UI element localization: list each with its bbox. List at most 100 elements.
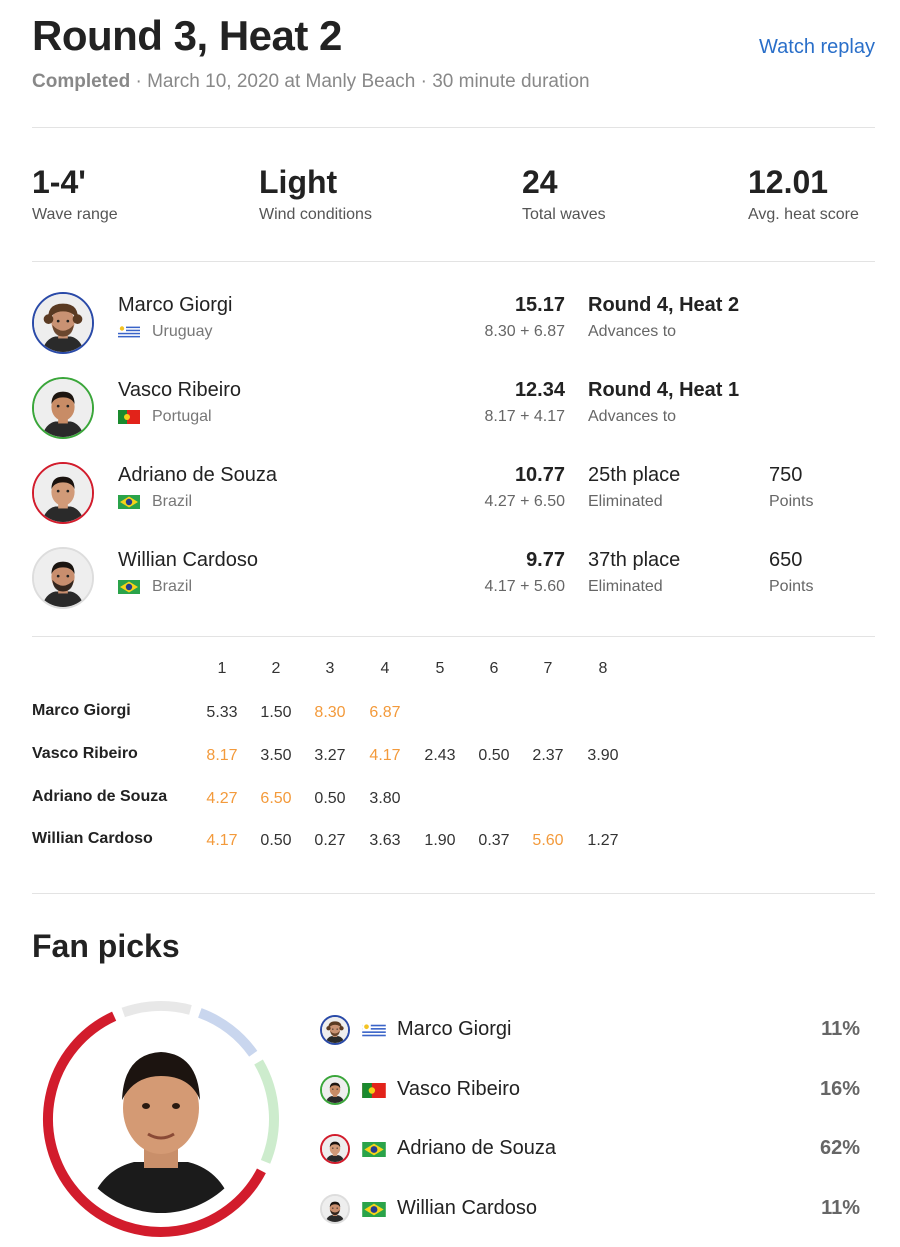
wave-row-name: Vasco Ribeiro xyxy=(32,745,138,762)
wave-score: 0.50 xyxy=(314,790,346,807)
flag-icon xyxy=(362,1142,386,1157)
score-breakdown: 4.27 + 6.50 xyxy=(484,493,565,510)
heat-total-score: 15.17 xyxy=(514,294,565,316)
counting-wave-score: 6.50 xyxy=(260,790,292,807)
avatar xyxy=(32,292,94,354)
score-breakdown: 8.30 + 6.87 xyxy=(484,323,565,340)
wave-column-header: 5 xyxy=(435,660,445,677)
fan-pick-name: Adriano de Souza xyxy=(397,1137,557,1159)
counting-wave-score: 8.17 xyxy=(206,747,238,764)
wave-score: 0.50 xyxy=(260,832,292,849)
wave-column-header: 1 xyxy=(217,660,227,677)
wave-row-name: Marco Giorgi xyxy=(32,702,131,719)
wave-score: 3.90 xyxy=(587,747,619,764)
heat-total-score: 9.77 xyxy=(526,549,565,571)
surfer-name[interactable]: Vasco Ribeiro xyxy=(118,379,241,402)
wave-score: 2.43 xyxy=(424,747,456,764)
avatar xyxy=(320,1015,350,1045)
fan-pick-row[interactable]: Adriano de Souza 62% xyxy=(320,1133,860,1167)
avatar xyxy=(320,1194,350,1224)
wave-score: 3.63 xyxy=(369,832,401,849)
wave-score: 1.27 xyxy=(587,832,619,849)
counting-wave-score: 4.17 xyxy=(369,747,401,764)
avatar xyxy=(320,1134,350,1164)
surfer-country: Brazil xyxy=(118,493,192,511)
surfer-row[interactable]: Vasco Ribeiro Portugal 12.34 8.17 + 4.17 Rou… xyxy=(32,377,875,445)
flag-icon xyxy=(362,1083,386,1098)
heat-total-score: 10.77 xyxy=(514,464,565,486)
points-value: 650 xyxy=(769,549,803,571)
avatar xyxy=(32,462,94,524)
counting-wave-score: 5.60 xyxy=(532,832,564,849)
stat-wave-range: 1-4' Wave range xyxy=(32,164,118,224)
stat-value: 1-4' xyxy=(32,164,86,200)
stat-label: Avg. heat score xyxy=(748,206,859,223)
country-label: Portugal xyxy=(152,408,212,425)
heat-result-label: Eliminated xyxy=(588,493,663,510)
fan-pick-percent: 62% xyxy=(819,1137,860,1159)
stat-avg-heat-score: 12.01 Avg. heat score xyxy=(748,164,859,224)
wave-score: 3.27 xyxy=(314,747,346,764)
avatar xyxy=(32,547,94,609)
wave-score: 0.27 xyxy=(314,832,346,849)
heat-total-score: 12.34 xyxy=(514,379,565,401)
stat-label: Total waves xyxy=(522,206,606,223)
surfer-row[interactable]: Marco Giorgi Uruguay 15.17 8.30 + 6.87 Round… xyxy=(32,292,875,360)
surfer-row[interactable]: Willian Cardoso Brazil 9.77 4.17 + 5.60 37th… xyxy=(32,547,875,615)
surfer-country: Portugal xyxy=(118,408,212,426)
fan-pick-name: Vasco Ribeiro xyxy=(397,1078,521,1100)
heat-result[interactable]: Round 4, Heat 2 xyxy=(588,294,739,317)
fan-pick-percent: 16% xyxy=(819,1078,860,1100)
counting-wave-score: 4.17 xyxy=(206,832,238,849)
fan-pick-name: Marco Giorgi xyxy=(397,1018,512,1040)
counting-wave-score: 4.27 xyxy=(206,790,238,807)
fan-picks-title: Fan picks xyxy=(32,928,180,964)
flag-icon xyxy=(118,580,140,594)
featured-surfer-photo xyxy=(67,1025,255,1213)
fan-pick-row[interactable]: Willian Cardoso 11% xyxy=(320,1193,860,1227)
surfer-row[interactable]: Adriano de Souza Brazil 10.77 4.27 + 6.50 25… xyxy=(32,462,875,530)
surfer-name[interactable]: Marco Giorgi xyxy=(118,294,232,317)
fan-pick-name: Willian Cardoso xyxy=(397,1197,538,1219)
heat-result: 25th place xyxy=(588,464,681,486)
stat-label: Wind conditions xyxy=(259,206,372,223)
fan-pick-percent: 11% xyxy=(821,1018,860,1040)
fan-pick-row[interactable]: Marco Giorgi 11% xyxy=(320,1014,860,1048)
fan-pick-arc xyxy=(121,1001,192,1018)
flag-icon xyxy=(118,410,140,424)
wave-row-name: Willian Cardoso xyxy=(32,830,153,847)
wave-score: 5.33 xyxy=(206,704,238,721)
wave-column-header: 6 xyxy=(489,660,499,677)
divider xyxy=(32,893,875,894)
wave-row-name: Adriano de Souza xyxy=(32,788,168,805)
heat-result-label: Advances to xyxy=(588,408,677,425)
wave-score: 3.50 xyxy=(260,747,292,764)
fan-pick-arc xyxy=(254,1059,279,1164)
fan-pick-row[interactable]: Vasco Ribeiro 16% xyxy=(320,1074,860,1108)
country-label: Brazil xyxy=(152,578,193,595)
fan-pick-percent: 11% xyxy=(821,1197,860,1219)
heat-result-label: Eliminated xyxy=(588,578,663,595)
surfer-name[interactable]: Adriano de Souza xyxy=(118,464,277,487)
flag-icon xyxy=(362,1023,386,1038)
divider xyxy=(32,261,875,262)
surfer-name[interactable]: Willian Cardoso xyxy=(118,549,258,572)
heat-details: · March 10, 2020 at Manly Beach · 30 min… xyxy=(130,71,590,92)
points-value: 750 xyxy=(769,464,803,486)
heat-result[interactable]: Round 4, Heat 1 xyxy=(588,379,739,402)
flag-icon xyxy=(118,325,140,339)
surfer-country: Brazil xyxy=(118,578,192,596)
heat-status: Completed xyxy=(32,71,131,92)
heat-result: 37th place xyxy=(588,549,681,571)
heat-result-label: Advances to xyxy=(588,323,677,340)
score-breakdown: 4.17 + 5.60 xyxy=(484,578,565,595)
flag-icon xyxy=(118,495,140,509)
avatar xyxy=(320,1075,350,1105)
surfer-country: Uruguay xyxy=(118,323,212,341)
flag-icon xyxy=(362,1202,386,1217)
wave-score: 1.90 xyxy=(424,832,456,849)
stat-total-waves: 24 Total waves xyxy=(522,164,606,224)
wave-column-header: 3 xyxy=(325,660,335,677)
watch-replay-link[interactable]: Watch replay xyxy=(759,36,875,59)
wave-score: 3.80 xyxy=(369,790,401,807)
